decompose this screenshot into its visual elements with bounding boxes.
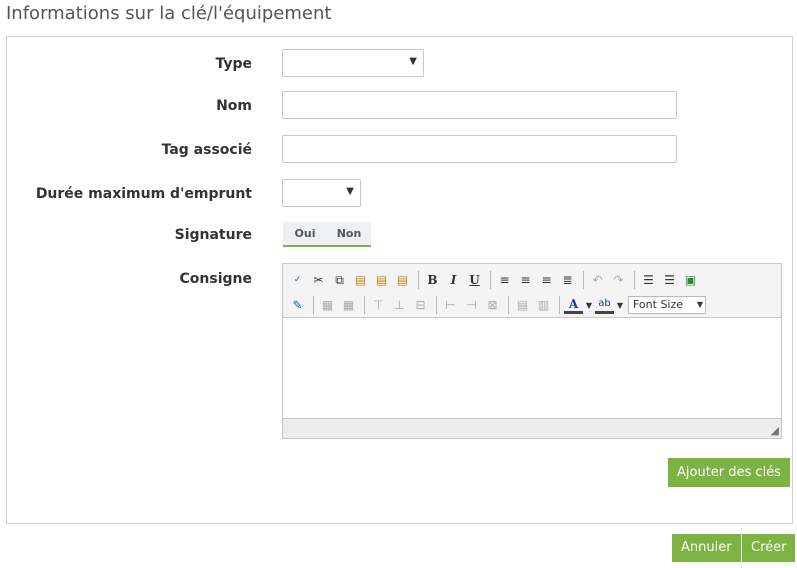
delete-row-icon[interactable]: ⊟ (411, 296, 430, 315)
toolbar-separator (364, 296, 365, 314)
signature-toggle: Oui Non (283, 222, 371, 247)
duree-select[interactable]: ▼ (282, 179, 361, 207)
copy-icon[interactable]: ⧉ (330, 271, 349, 290)
font-color-icon[interactable]: A (564, 297, 583, 314)
create-button[interactable]: Créer (742, 534, 796, 562)
toolbar-separator (313, 296, 314, 314)
page-title: Informations sur la clé/l'équipement (6, 3, 332, 24)
toolbar-separator (634, 271, 635, 289)
redo-icon[interactable]: ↷ (609, 271, 628, 290)
delete-col-icon[interactable]: ⊠ (483, 296, 502, 315)
toolbar-separator (508, 296, 509, 314)
toolbar-separator (559, 296, 560, 314)
edit-source-icon[interactable]: ✎ (288, 296, 307, 315)
merge-cells-icon[interactable]: ▤ (513, 296, 532, 315)
spellcheck-icon[interactable]: ✓ (288, 271, 307, 290)
editor-toolbar: ✓ ✂ ⧉ ▤ ▤ ▤ B I U ≡ ≡ ≡ ≣ ↶ ↷ ☰ ☰ ▣ ✎ ▦ … (283, 264, 781, 318)
cancel-button[interactable]: Annuler (672, 534, 741, 562)
chevron-down-icon[interactable]: ▼ (585, 296, 593, 315)
bullet-list-icon[interactable]: ☰ (639, 271, 658, 290)
editor-toolbar-row-2: ✎ ▦ ▦ ⊤ ⊥ ⊟ ⊢ ⊣ ⊠ ▤ ▥ A ▼ ab ▼ Font Size… (288, 294, 706, 316)
split-cells-icon[interactable]: ▥ (534, 296, 553, 315)
signature-option-oui[interactable]: Oui (283, 222, 327, 245)
consigne-label: Consigne (179, 271, 252, 287)
paste-word-icon[interactable]: ▤ (372, 271, 391, 290)
align-right-icon[interactable]: ≡ (537, 271, 556, 290)
duree-label: Durée maximum d'emprunt (35, 186, 252, 202)
row-before-icon[interactable]: ⊤ (369, 296, 388, 315)
toolbar-separator (490, 271, 491, 289)
duree-row: Durée maximum d'emprunt ▼ (7, 179, 792, 207)
chevron-down-icon: ▼ (696, 300, 703, 309)
toolbar-separator (583, 271, 584, 289)
nom-label: Nom (216, 98, 252, 114)
signature-option-non[interactable]: Non (327, 222, 371, 245)
paste-text-icon[interactable]: ▤ (393, 271, 412, 290)
table-props-icon[interactable]: ▦ (339, 296, 358, 315)
editor-toolbar-row-1: ✓ ✂ ⧉ ▤ ▤ ▤ B I U ≡ ≡ ≡ ≣ ↶ ↷ ☰ ☰ ▣ (288, 269, 702, 291)
resize-grip-icon[interactable]: ◢ (771, 424, 779, 437)
align-center-icon[interactable]: ≡ (516, 271, 535, 290)
chevron-down-icon[interactable]: ▼ (616, 296, 624, 315)
editor-statusbar: ◢ (283, 418, 781, 438)
col-after-icon[interactable]: ⊣ (462, 296, 481, 315)
signature-row: Signature Oui Non (7, 222, 792, 250)
tag-input[interactable] (282, 135, 677, 163)
nom-input[interactable] (282, 91, 677, 119)
row-after-icon[interactable]: ⊥ (390, 296, 409, 315)
undo-icon[interactable]: ↶ (588, 271, 607, 290)
tag-label: Tag associé (161, 142, 252, 158)
signature-label: Signature (174, 227, 252, 243)
underline-icon[interactable]: U (465, 271, 484, 290)
chevron-down-icon: ▼ (346, 186, 354, 197)
nom-row: Nom (7, 91, 792, 119)
tag-row: Tag associé (7, 135, 792, 163)
form-panel: Type ▼ Nom Tag associé Durée maximum d'e… (6, 36, 793, 524)
paste-icon[interactable]: ▤ (351, 271, 370, 290)
editor-content-area[interactable] (283, 319, 781, 419)
font-size-select[interactable]: Font Size ▼ (628, 296, 706, 314)
italic-icon[interactable]: I (444, 271, 463, 290)
type-select[interactable]: ▼ (282, 49, 424, 77)
toolbar-separator (418, 271, 419, 289)
rich-text-editor: ✓ ✂ ⧉ ▤ ▤ ▤ B I U ≡ ≡ ≡ ≣ ↶ ↷ ☰ ☰ ▣ ✎ ▦ … (282, 263, 782, 439)
table-icon[interactable]: ▦ (318, 296, 337, 315)
bold-icon[interactable]: B (423, 271, 442, 290)
add-keys-button[interactable]: Ajouter des clés (668, 458, 790, 487)
type-row: Type ▼ (7, 49, 792, 77)
col-before-icon[interactable]: ⊢ (441, 296, 460, 315)
chevron-down-icon: ▼ (409, 56, 417, 67)
highlight-color-icon[interactable]: ab (595, 297, 614, 314)
toolbar-separator (436, 296, 437, 314)
align-justify-icon[interactable]: ≣ (558, 271, 577, 290)
type-label: Type (215, 56, 252, 72)
align-left-icon[interactable]: ≡ (495, 271, 514, 290)
cut-icon[interactable]: ✂ (309, 271, 328, 290)
image-icon[interactable]: ▣ (681, 271, 700, 290)
font-size-label: Font Size (633, 298, 684, 311)
numbered-list-icon[interactable]: ☰ (660, 271, 679, 290)
